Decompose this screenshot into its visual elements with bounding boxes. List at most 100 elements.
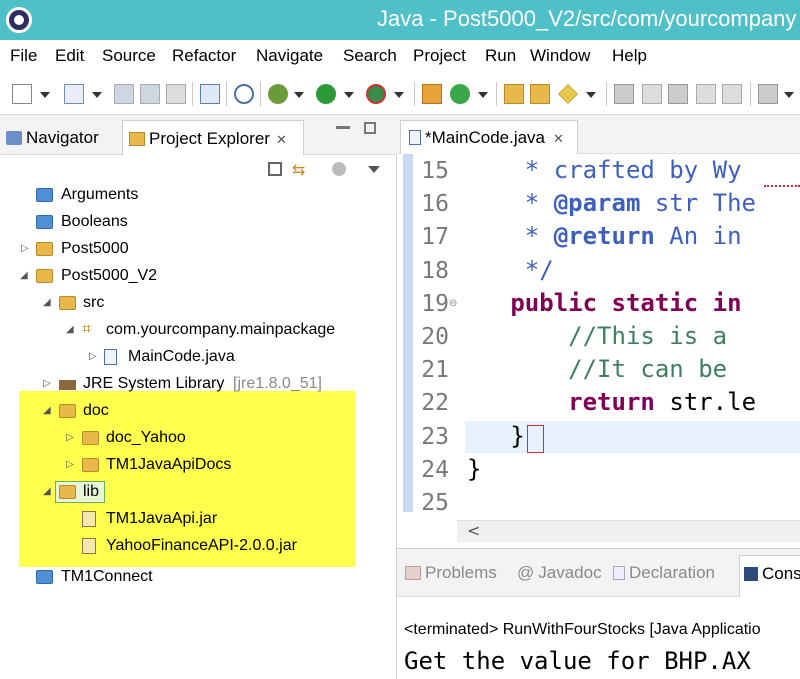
tree-item-label: doc bbox=[83, 402, 109, 419]
line-number: 24 bbox=[421, 456, 449, 483]
code-line[interactable]: * crafted by Wy bbox=[467, 156, 742, 184]
code-line[interactable]: * @return An in bbox=[467, 222, 742, 250]
scroll-left-icon[interactable]: < bbox=[467, 521, 480, 540]
paragraph-icon[interactable] bbox=[722, 84, 742, 104]
menu-source[interactable]: Source bbox=[102, 46, 156, 66]
search-dropdown-icon[interactable] bbox=[586, 92, 596, 98]
menu-run[interactable]: Run bbox=[485, 46, 516, 66]
terminal-icon[interactable] bbox=[200, 84, 220, 104]
collapse-arrow-icon[interactable]: ◢ bbox=[43, 399, 51, 423]
new-java-class-icon[interactable] bbox=[450, 84, 470, 104]
run-dropdown-icon[interactable] bbox=[344, 92, 354, 98]
expand-arrow-icon[interactable]: ▷ bbox=[89, 345, 97, 369]
code-line[interactable]: public static in bbox=[467, 289, 741, 317]
new-class-dropdown-icon[interactable] bbox=[478, 92, 488, 98]
tab-project-explorer[interactable]: Project Explorer ✕ bbox=[122, 120, 304, 155]
menu-edit[interactable]: Edit bbox=[55, 46, 84, 66]
highlight-icon[interactable] bbox=[642, 84, 662, 104]
minimize-icon[interactable] bbox=[336, 126, 350, 129]
show-whitespace-icon[interactable] bbox=[696, 84, 716, 104]
menu-search[interactable]: Search bbox=[343, 46, 397, 66]
tree-item-label: JRE System Library bbox=[83, 375, 225, 392]
tab-javadoc[interactable]: @ Javadoc bbox=[517, 563, 602, 583]
menu-project[interactable]: Project bbox=[413, 46, 466, 66]
java-file-icon bbox=[409, 130, 421, 145]
code-line[interactable]: * @param str The bbox=[467, 189, 756, 217]
expand-arrow-icon[interactable]: ▷ bbox=[66, 426, 74, 450]
tab-navigator-label: Navigator bbox=[26, 128, 99, 147]
close-icon[interactable]: ✕ bbox=[553, 131, 564, 146]
expand-arrow-icon[interactable]: ▷ bbox=[66, 453, 74, 477]
tree-item-label: Post5000_V2 bbox=[61, 267, 158, 284]
expand-arrow-icon[interactable]: ▷ bbox=[21, 237, 29, 261]
save-all-icon[interactable] bbox=[140, 84, 160, 104]
code-line[interactable]: return str.le bbox=[467, 388, 756, 416]
tab-maincode-java[interactable]: *MainCode.java ✕ bbox=[400, 120, 578, 154]
close-icon[interactable]: ✕ bbox=[276, 132, 287, 147]
line-number: 21 bbox=[421, 357, 449, 384]
code-line[interactable]: //This is a bbox=[467, 322, 727, 350]
print-icon[interactable] bbox=[166, 84, 186, 104]
collapse-arrow-icon[interactable]: ◢ bbox=[20, 264, 28, 288]
jar-file-icon bbox=[82, 538, 96, 554]
tab-navigator[interactable]: Navigator bbox=[6, 120, 120, 155]
menu-window[interactable]: Window bbox=[530, 46, 590, 66]
tree-item-label: src bbox=[83, 294, 105, 311]
package-icon: ⌗ bbox=[82, 321, 92, 338]
menu-refactor[interactable]: Refactor bbox=[172, 46, 236, 66]
new-icon[interactable] bbox=[12, 84, 32, 104]
toggle-mark-icon[interactable] bbox=[614, 84, 634, 104]
collapse-arrow-icon[interactable]: ◢ bbox=[43, 480, 51, 504]
tree-item-label: Booleans bbox=[61, 213, 128, 230]
tab-console-label: Cons bbox=[762, 564, 800, 583]
console-icon bbox=[744, 567, 758, 581]
console-output[interactable]: Get the value for BHP.AX bbox=[404, 647, 751, 675]
debug-dropdown-icon[interactable] bbox=[294, 92, 304, 98]
menu-file[interactable]: File bbox=[10, 46, 37, 66]
tree-item-label: TM1JavaApi.jar bbox=[106, 510, 218, 527]
tree-item-label: YahooFinanceAPI-2.0.0.jar bbox=[106, 537, 297, 554]
toggle-block-icon[interactable] bbox=[668, 84, 688, 104]
eclipse-app-icon[interactable] bbox=[6, 7, 32, 33]
new-wizard-dropdown-icon[interactable] bbox=[92, 92, 102, 98]
expand-arrow-icon[interactable]: ▷ bbox=[43, 372, 51, 396]
navigator-icon bbox=[6, 131, 22, 145]
code-line[interactable]: */ bbox=[467, 256, 554, 284]
save-icon[interactable] bbox=[114, 84, 134, 104]
source-folder-icon bbox=[59, 296, 76, 310]
code-line[interactable]: } bbox=[467, 455, 481, 483]
fold-toggle-icon[interactable]: ⊖ bbox=[449, 298, 457, 309]
collapse-arrow-icon[interactable]: ◢ bbox=[66, 318, 74, 342]
horizontal-scrollbar[interactable]: < bbox=[457, 520, 800, 542]
code-line[interactable]: //It can be bbox=[467, 355, 727, 383]
search-pencil-icon[interactable] bbox=[558, 84, 578, 104]
external-tools-icon[interactable] bbox=[366, 84, 386, 104]
tab-problems[interactable]: Problems bbox=[405, 563, 497, 583]
menu-bar: File Edit Source Refactor Navigate Searc… bbox=[0, 40, 800, 73]
tree-item-decoration: [jre1.8.0_51] bbox=[233, 375, 322, 392]
maximize-icon[interactable] bbox=[364, 122, 376, 134]
external-tools-dropdown-icon[interactable] bbox=[394, 92, 404, 98]
new-dropdown-icon[interactable] bbox=[40, 92, 50, 98]
new-java-package-icon[interactable] bbox=[422, 84, 442, 104]
tab-console[interactable]: Cons bbox=[739, 555, 800, 597]
run-icon[interactable] bbox=[316, 84, 336, 104]
menu-help[interactable]: Help bbox=[612, 46, 647, 66]
tab-declaration[interactable]: Declaration bbox=[613, 563, 715, 583]
next-annotation-dropdown-icon[interactable] bbox=[784, 92, 794, 98]
skip-breakpoints-icon[interactable] bbox=[234, 84, 254, 104]
line-number: 23 bbox=[421, 423, 449, 450]
new-wizard-icon[interactable] bbox=[64, 84, 84, 104]
declaration-icon bbox=[613, 566, 625, 580]
debug-icon[interactable] bbox=[268, 84, 288, 104]
java-project-icon bbox=[36, 188, 53, 202]
code-line[interactable]: } bbox=[467, 422, 544, 453]
menu-navigate[interactable]: Navigate bbox=[256, 46, 323, 66]
spelling-squiggle bbox=[764, 184, 800, 187]
open-type-icon[interactable] bbox=[504, 84, 524, 104]
tab-problems-label: Problems bbox=[425, 563, 497, 582]
collapse-arrow-icon[interactable]: ◢ bbox=[43, 291, 51, 315]
line-number: 25 bbox=[421, 490, 449, 516]
open-folder-icon[interactable] bbox=[530, 84, 550, 104]
next-annotation-icon[interactable] bbox=[758, 84, 778, 104]
